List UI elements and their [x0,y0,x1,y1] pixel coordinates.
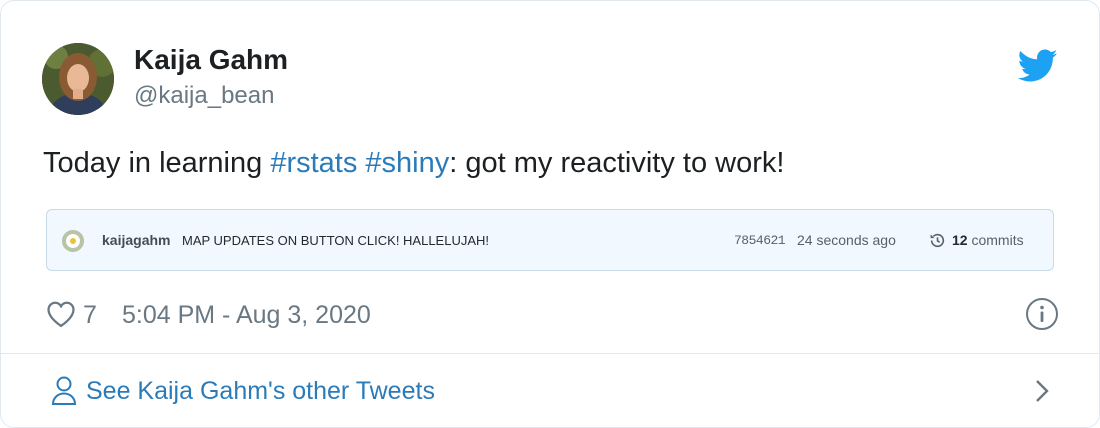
author-names[interactable]: Kaija Gahm @kaija_bean [134,43,288,111]
history-icon [930,233,945,248]
commit-author-avatar[interactable] [62,230,84,252]
twitter-bird-icon[interactable] [1018,49,1058,83]
tweet-card: Kaija Gahm @kaija_bean Today in learning… [0,0,1100,428]
hashtag-rstats[interactable]: #rstats [270,147,357,179]
info-icon[interactable] [1025,297,1059,331]
tweet-text-end: : got my reactivity to work! [449,147,785,179]
commit-message[interactable]: MAP UPDATES ON BUTTON CLICK! HALLELUJAH! [182,233,489,248]
author-avatar[interactable] [42,43,114,115]
tweet-header: Kaija Gahm @kaija_bean [42,43,1062,115]
commit-sha[interactable]: 7854621 [734,233,786,248]
commit-count-number: 12 [952,232,968,248]
chevron-right-icon[interactable] [1032,377,1052,405]
other-tweets-link-text[interactable]: See Kaija Gahm's other Tweets [86,376,435,406]
other-tweets-link[interactable]: See Kaija Gahm's other Tweets [1,354,1099,427]
tweet-text: Today in learning #rstats #shiny: got my… [43,143,784,183]
commit-time: 24 seconds ago [797,232,896,248]
author-handle[interactable]: @kaija_bean [134,81,288,111]
embedded-commit-card[interactable]: kaijagahm MAP UPDATES ON BUTTON CLICK! H… [46,209,1054,271]
author-display-name[interactable]: Kaija Gahm [134,43,288,77]
heart-icon[interactable] [46,300,76,328]
commit-author[interactable]: kaijagahm [102,232,170,248]
tweet-text-start: Today in learning [43,147,271,179]
commit-count[interactable]: 12 commits [952,232,1024,248]
like-count[interactable]: 7 [83,300,97,330]
commit-count-label: commits [967,232,1024,248]
hashtag-shiny[interactable]: #shiny [365,147,449,179]
tweet-meta: 7 5:04 PM - Aug 3, 2020 [46,297,1066,331]
person-icon [51,376,77,405]
tweet-timestamp[interactable]: 5:04 PM - Aug 3, 2020 [122,300,371,330]
